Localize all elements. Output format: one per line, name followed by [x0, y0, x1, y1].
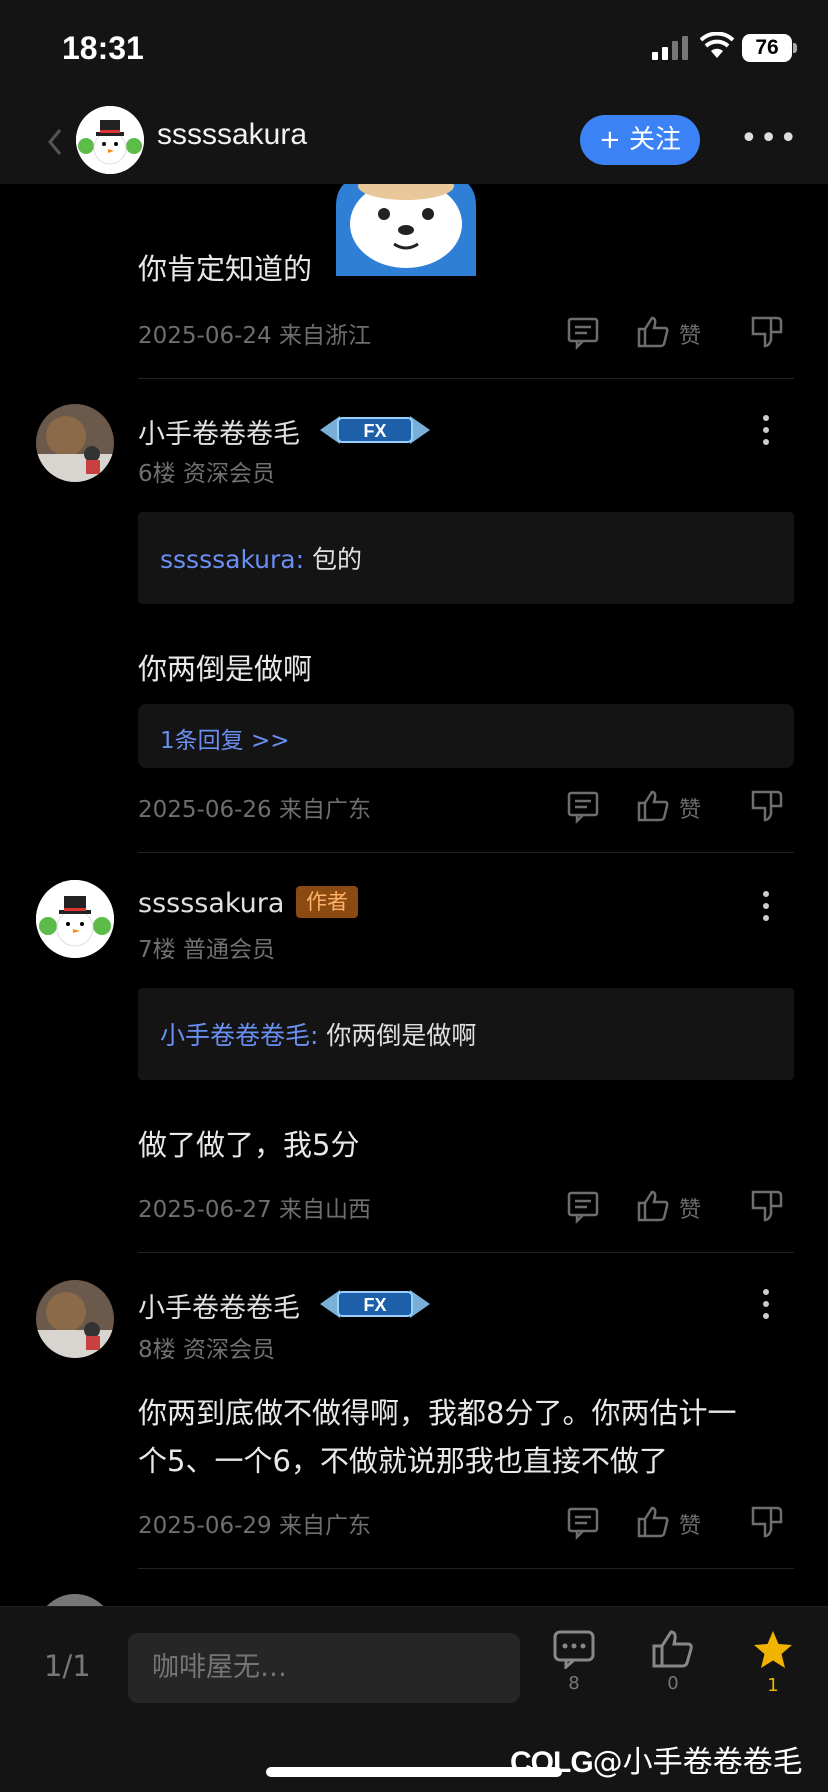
- username[interactable]: 小手卷卷卷毛: [138, 412, 300, 451]
- thumbs-down-icon[interactable]: [749, 1188, 785, 1224]
- replies-label[interactable]: 1条回复 >>: [160, 721, 290, 755]
- like-button[interactable]: 0: [643, 1629, 703, 1709]
- cellular-signal-icon: [652, 36, 688, 60]
- nav-avatar[interactable]: [76, 106, 144, 174]
- reply-icon[interactable]: [565, 1188, 601, 1224]
- divider: [138, 1252, 794, 1253]
- kebab-menu-icon[interactable]: [752, 886, 780, 926]
- quoted-reply: 小手卷卷卷毛: 你两倒是做啊: [138, 988, 794, 1080]
- kebab-menu-icon[interactable]: [752, 410, 780, 450]
- comment-text-line: 你两到底做不做得啊，我都8分了。你两估计一: [138, 1396, 737, 1430]
- quoted-text: 你两倒是做啊: [318, 1021, 477, 1050]
- reply-icon[interactable]: [565, 314, 601, 350]
- page-indicator[interactable]: 1/1: [44, 1649, 91, 1683]
- watermark-handle: @小手卷卷卷毛: [592, 1745, 803, 1780]
- user-avatar[interactable]: [36, 880, 114, 958]
- quoted-reply: sssssakura: 包的: [138, 512, 794, 604]
- fx-badge-icon: FX: [320, 416, 430, 444]
- bottom-bar: 1/1 8 0 1 COLG@小手卷卷卷毛: [0, 1606, 828, 1792]
- kebab-menu-icon[interactable]: [752, 1284, 780, 1324]
- like-label[interactable]: 赞: [679, 318, 701, 350]
- quoted-username[interactable]: sssssakura:: [160, 545, 304, 574]
- quoted-text: 包的: [304, 545, 362, 574]
- comment-input[interactable]: [128, 1633, 520, 1703]
- divider: [138, 378, 794, 379]
- svg-text:FX: FX: [363, 1295, 386, 1315]
- wifi-icon: [700, 32, 734, 58]
- thumbs-up-icon[interactable]: [635, 788, 671, 824]
- username[interactable]: sssssakura: [138, 888, 284, 919]
- thumbs-down-icon[interactable]: [749, 314, 785, 350]
- home-indicator[interactable]: [266, 1767, 562, 1777]
- divider: [138, 852, 794, 853]
- comment-icon: [553, 1630, 595, 1669]
- thumbs-up-icon[interactable]: [635, 1188, 671, 1224]
- reply-icon[interactable]: [565, 788, 601, 824]
- reply-icon[interactable]: [565, 1504, 601, 1540]
- comment-meta: 2025-06-27 来自山西: [138, 1197, 371, 1223]
- user-avatar[interactable]: [36, 1280, 114, 1358]
- status-time: 18:31: [62, 30, 144, 66]
- comment-meta: 2025-06-29 来自广东: [138, 1513, 371, 1539]
- more-options-icon[interactable]: •••: [740, 124, 797, 154]
- follow-button[interactable]: + 关注: [580, 115, 700, 165]
- author-badge: 作者: [296, 886, 358, 918]
- comment-text: 你两倒是做啊: [138, 652, 313, 686]
- comment-actions: 赞: [565, 1504, 785, 1544]
- comment-meta: 2025-06-24 来自浙江: [138, 323, 371, 349]
- back-icon[interactable]: [40, 122, 70, 162]
- comment-actions: 赞: [565, 788, 785, 828]
- thumbs-down-icon[interactable]: [749, 1504, 785, 1540]
- thumbs-down-icon[interactable]: [749, 788, 785, 824]
- like-label[interactable]: 赞: [679, 1508, 701, 1540]
- fx-badge-icon: FX: [320, 1290, 430, 1318]
- nav-username[interactable]: sssssakura: [157, 118, 307, 152]
- thumbs-up-icon: [652, 1630, 693, 1668]
- comment-text: 你肯定知道的: [138, 252, 313, 286]
- floor-info: 6楼 资深会员: [138, 461, 275, 487]
- floor-info: 7楼 普通会员: [138, 937, 275, 963]
- favorite-button[interactable]: 1: [743, 1629, 803, 1709]
- comment-count: 8: [568, 1673, 580, 1694]
- thumbs-up-icon[interactable]: [635, 314, 671, 350]
- comment-meta: 2025-06-26 来自广东: [138, 797, 371, 823]
- comment-list: 你肯定知道的 2025-06-24 来自浙江 赞 小手卷卷卷毛 FX 6楼 资深…: [0, 184, 828, 1606]
- status-bar: 18:31 76: [0, 0, 828, 98]
- user-avatar[interactable]: [36, 404, 114, 482]
- favorite-count: 1: [767, 1675, 779, 1696]
- quoted-username[interactable]: 小手卷卷卷毛:: [160, 1021, 318, 1050]
- like-label[interactable]: 赞: [679, 1192, 701, 1224]
- comments-button[interactable]: 8: [544, 1629, 604, 1709]
- top-nav: sssssakura + 关注 •••: [0, 98, 828, 184]
- user-avatar-partial[interactable]: [36, 1594, 114, 1606]
- svg-text:FX: FX: [363, 421, 386, 441]
- comment-actions: 赞: [565, 314, 785, 354]
- view-replies-button[interactable]: 1条回复 >>: [138, 704, 794, 768]
- floor-info: 8楼 资深会员: [138, 1337, 275, 1363]
- battery-tip: [793, 43, 797, 53]
- comment-text-line: 个5、一个6，不做就说那我也直接不做了: [138, 1444, 668, 1478]
- like-count: 0: [667, 1673, 679, 1694]
- star-icon: [754, 1631, 792, 1668]
- thumbs-up-icon[interactable]: [635, 1504, 671, 1540]
- dog-sticker-image: [336, 184, 476, 276]
- comment-actions: 赞: [565, 1188, 785, 1228]
- like-label[interactable]: 赞: [679, 792, 701, 824]
- battery-indicator: 76: [742, 34, 792, 62]
- divider: [138, 1568, 794, 1569]
- comment-text: 做了做了，我5分: [138, 1128, 360, 1162]
- username[interactable]: 小手卷卷卷毛: [138, 1286, 300, 1325]
